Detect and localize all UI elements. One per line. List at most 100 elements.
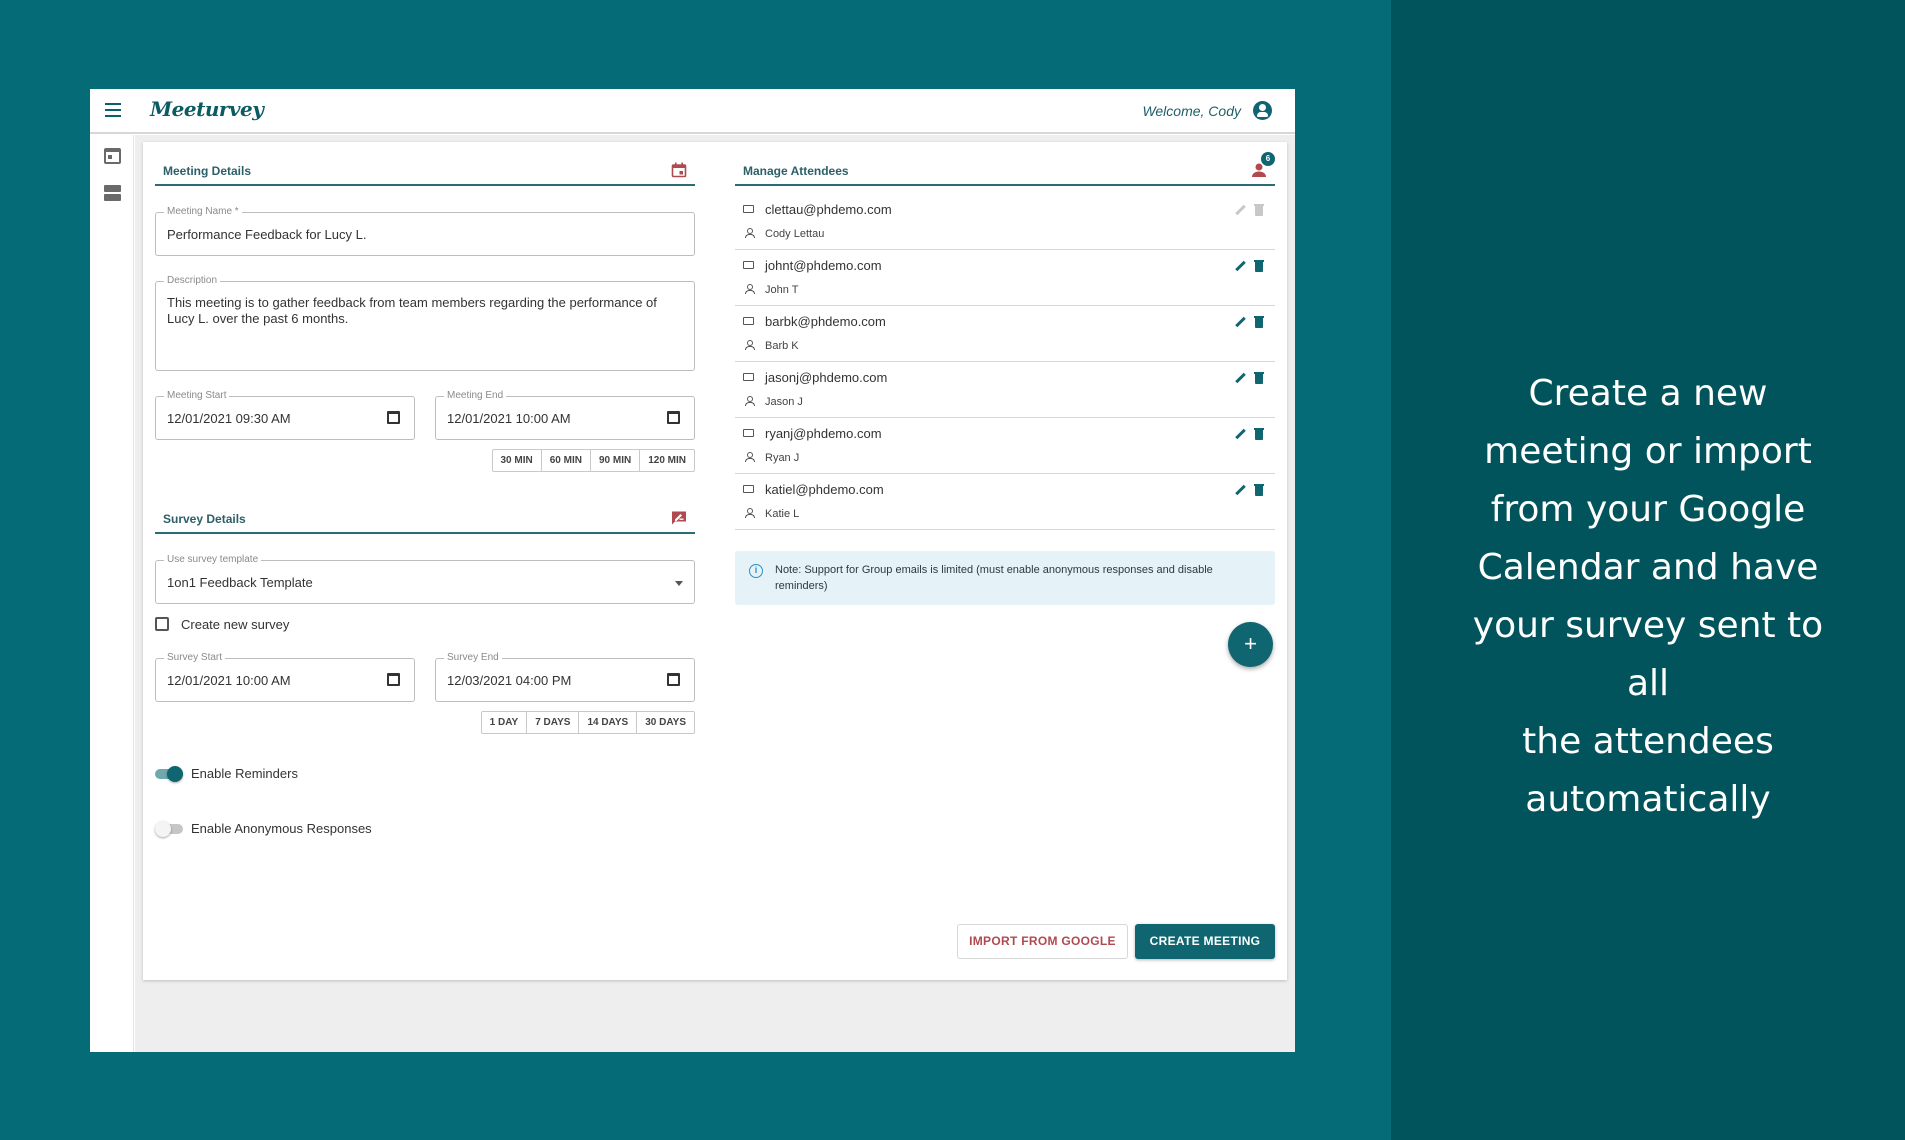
meeting-name-field[interactable]: Meeting Name * Performance Feedback for … bbox=[155, 206, 695, 256]
attendee-email: barbk@phdemo.com bbox=[765, 314, 886, 329]
hamburger-menu-icon[interactable] bbox=[105, 103, 121, 117]
meeting-duration-buttons: 30 MIN 60 MIN 90 MIN 120 MIN bbox=[491, 449, 695, 472]
mail-icon bbox=[743, 317, 754, 325]
attendee-row: clettau@phdemo.com Cody Lettau bbox=[735, 194, 1275, 250]
attendee-name: Katie L bbox=[765, 508, 800, 520]
calendar-picker-icon[interactable] bbox=[667, 673, 680, 686]
mail-icon bbox=[743, 261, 754, 269]
meeting-name-label: Meeting Name * bbox=[164, 206, 242, 217]
meeting-end-value: 12/01/2021 10:00 AM bbox=[447, 411, 571, 426]
duration-14-days-button[interactable]: 14 DAYS bbox=[578, 712, 636, 733]
promo-line: your survey sent to all bbox=[1472, 605, 1824, 704]
edit-icon bbox=[1235, 205, 1245, 215]
delete-icon[interactable] bbox=[1254, 372, 1264, 384]
survey-template-value: 1on1 Feedback Template bbox=[167, 575, 313, 590]
person-icon bbox=[745, 340, 755, 350]
person-icon bbox=[745, 284, 755, 294]
promo-line: the attendees bbox=[1522, 721, 1774, 762]
attendee-name: John T bbox=[765, 284, 799, 296]
duration-90-min-button[interactable]: 90 MIN bbox=[589, 450, 639, 471]
description-value: This meeting is to gather feedback from … bbox=[167, 295, 657, 326]
create-new-survey-label: Create new survey bbox=[181, 617, 290, 632]
duration-7-days-button[interactable]: 7 DAYS bbox=[526, 712, 578, 733]
create-new-survey-checkbox[interactable] bbox=[155, 617, 169, 631]
manage-attendees-title: Manage Attendees bbox=[743, 164, 849, 178]
event-icon bbox=[671, 162, 687, 178]
edit-icon[interactable] bbox=[1235, 373, 1245, 383]
attendee-email: johnt@phdemo.com bbox=[765, 258, 882, 273]
rate-review-icon bbox=[672, 511, 686, 525]
survey-template-select[interactable]: Use survey template 1on1 Feedback Templa… bbox=[155, 554, 695, 604]
account-icon[interactable] bbox=[1253, 101, 1272, 120]
edit-icon[interactable] bbox=[1235, 429, 1245, 439]
calendar-picker-icon[interactable] bbox=[387, 411, 400, 424]
meeting-details-header: Meeting Details bbox=[155, 154, 695, 186]
survey-details-title: Survey Details bbox=[163, 512, 246, 526]
duration-120-min-button[interactable]: 120 MIN bbox=[639, 450, 694, 471]
info-icon: i bbox=[749, 564, 763, 578]
attendee-name: Ryan J bbox=[765, 452, 800, 464]
delete-icon[interactable] bbox=[1254, 260, 1264, 272]
promo-line: Calendar and have bbox=[1477, 547, 1819, 588]
import-from-google-button[interactable]: IMPORT FROM GOOGLE bbox=[957, 924, 1128, 959]
survey-details-header: Survey Details bbox=[155, 502, 695, 534]
note-text: Note: Support for Group emails is limite… bbox=[775, 564, 1213, 592]
edit-icon[interactable] bbox=[1235, 317, 1245, 327]
survey-end-field[interactable]: Survey End 12/03/2021 04:00 PM bbox=[435, 652, 695, 702]
survey-end-value: 12/03/2021 04:00 PM bbox=[447, 673, 572, 688]
survey-start-value: 12/01/2021 10:00 AM bbox=[167, 673, 291, 688]
survey-start-label: Survey Start bbox=[164, 652, 226, 663]
duration-30-days-button[interactable]: 30 DAYS bbox=[636, 712, 694, 733]
edit-icon[interactable] bbox=[1235, 485, 1245, 495]
meeting-start-field[interactable]: Meeting Start 12/01/2021 09:30 AM bbox=[155, 390, 415, 440]
attendee-email: clettau@phdemo.com bbox=[765, 202, 892, 217]
attendee-name: Cody Lettau bbox=[765, 228, 825, 240]
app-logo[interactable]: Meeturvey bbox=[150, 97, 264, 121]
meeting-end-label: Meeting End bbox=[444, 390, 507, 401]
app-window: Meeturvey Welcome, Cody Meeting Details … bbox=[90, 89, 1295, 1052]
mail-icon bbox=[743, 373, 754, 381]
delete-icon[interactable] bbox=[1254, 428, 1264, 440]
meeting-details-title: Meeting Details bbox=[163, 164, 252, 178]
calendar-picker-icon[interactable] bbox=[667, 411, 680, 424]
edit-icon[interactable] bbox=[1235, 261, 1245, 271]
meeting-start-label: Meeting Start bbox=[164, 390, 230, 401]
attendee-count-badge: 6 bbox=[1261, 152, 1275, 166]
meeting-end-field[interactable]: Meeting End 12/01/2021 10:00 AM bbox=[435, 390, 695, 440]
duration-30-min-button[interactable]: 30 MIN bbox=[493, 450, 541, 471]
description-label: Description bbox=[164, 275, 221, 286]
promo-text: Create a new meeting or import from your… bbox=[1391, 365, 1905, 829]
enable-anonymous-toggle[interactable] bbox=[155, 821, 183, 837]
survey-start-field[interactable]: Survey Start 12/01/2021 10:00 AM bbox=[155, 652, 415, 702]
enable-anonymous-label: Enable Anonymous Responses bbox=[191, 821, 372, 836]
attendee-row: johnt@phdemo.com John T bbox=[735, 250, 1275, 306]
survey-duration-buttons: 1 DAY 7 DAYS 14 DAYS 30 DAYS bbox=[480, 711, 695, 734]
attendee-row: ryanj@phdemo.com Ryan J bbox=[735, 418, 1275, 474]
person-icon bbox=[745, 228, 755, 238]
manage-attendees-header: Manage Attendees 6 bbox=[735, 152, 1275, 186]
delete-icon[interactable] bbox=[1254, 484, 1264, 496]
survey-template-label: Use survey template bbox=[164, 554, 262, 565]
person-icon bbox=[745, 508, 755, 518]
storage-nav-icon[interactable] bbox=[104, 185, 121, 201]
duration-1-day-button[interactable]: 1 DAY bbox=[482, 712, 527, 733]
top-bar: Meeturvey Welcome, Cody bbox=[90, 89, 1295, 134]
mail-icon bbox=[743, 485, 754, 493]
attendee-row: katiel@phdemo.com Katie L bbox=[735, 474, 1275, 530]
delete-icon bbox=[1254, 204, 1264, 216]
attendee-email: katiel@phdemo.com bbox=[765, 482, 884, 497]
duration-60-min-button[interactable]: 60 MIN bbox=[540, 450, 590, 471]
mail-icon bbox=[743, 205, 754, 213]
calendar-picker-icon[interactable] bbox=[387, 673, 400, 686]
person-icon bbox=[745, 396, 755, 406]
enable-reminders-toggle[interactable] bbox=[155, 766, 183, 782]
chevron-down-icon bbox=[675, 581, 683, 586]
group-email-note: i Note: Support for Group emails is limi… bbox=[735, 551, 1275, 605]
delete-icon[interactable] bbox=[1254, 316, 1264, 328]
create-meeting-button[interactable]: CREATE MEETING bbox=[1135, 924, 1275, 959]
add-attendee-button[interactable]: + bbox=[1228, 622, 1273, 667]
description-field[interactable]: Description This meeting is to gather fe… bbox=[155, 275, 695, 371]
calendar-nav-icon[interactable] bbox=[104, 148, 121, 164]
attendee-row: jasonj@phdemo.com Jason J bbox=[735, 362, 1275, 418]
attendee-email: jasonj@phdemo.com bbox=[765, 370, 888, 385]
